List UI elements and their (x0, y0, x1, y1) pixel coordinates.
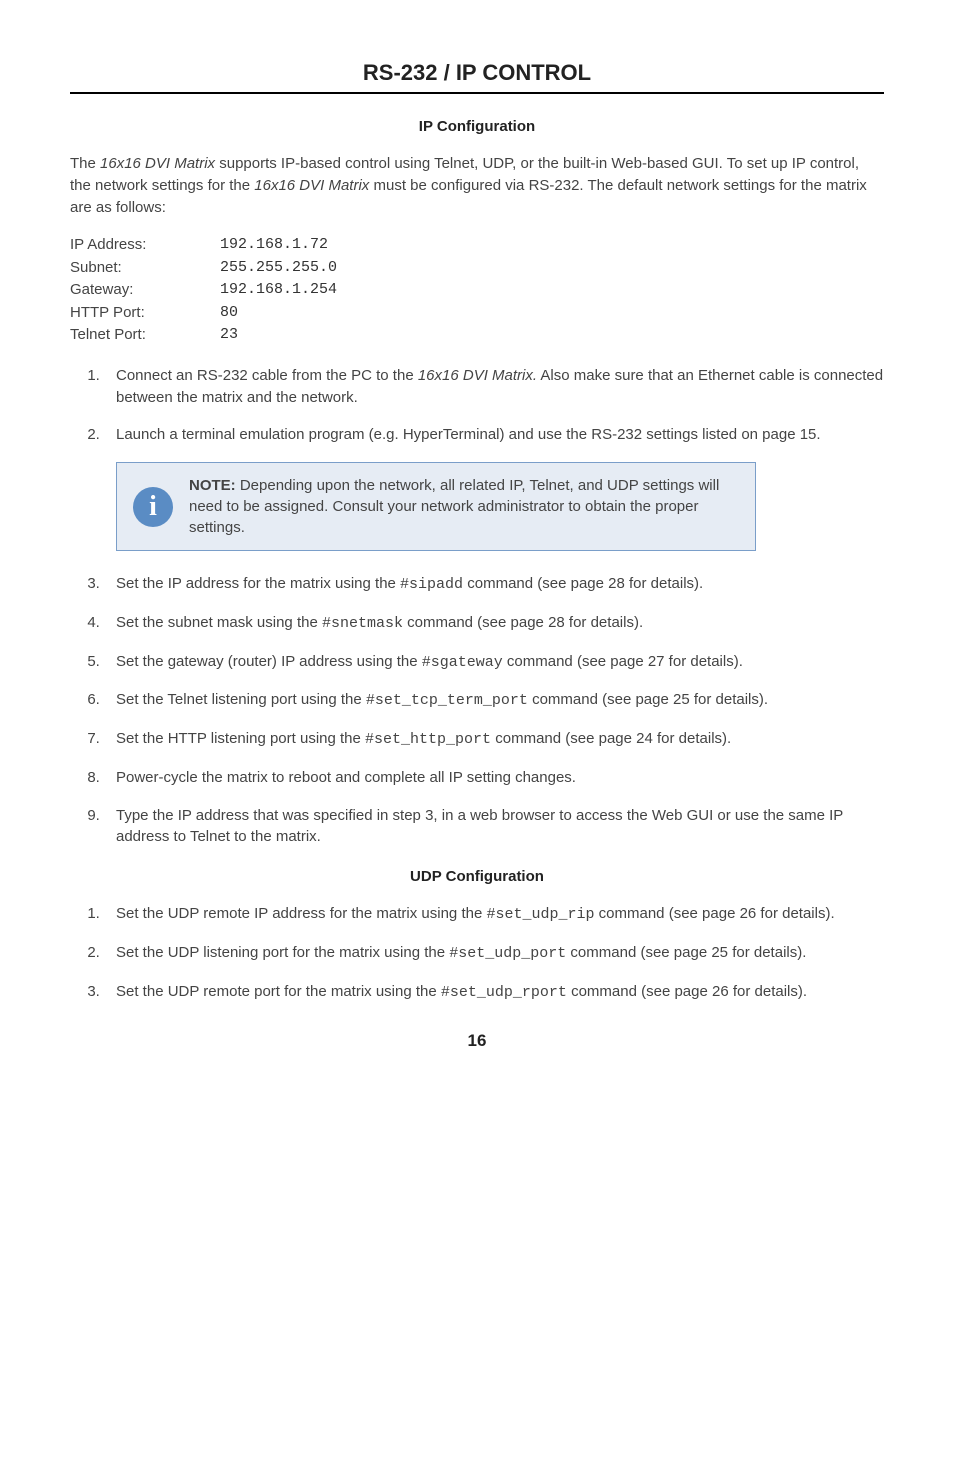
ip-config-intro: The 16x16 DVI Matrix supports IP-based c… (70, 153, 884, 218)
table-row: Subnet: 255.255.255.0 (70, 257, 884, 280)
note-label: NOTE: (189, 477, 236, 494)
list-item: Type the IP address that was specified i… (104, 805, 884, 849)
ip-address-value: 192.168.1.72 (220, 234, 328, 257)
note-text: NOTE: Depending upon the network, all re… (189, 475, 739, 538)
udp3-text-a: Set the UDP remote port for the matrix u… (116, 983, 441, 1000)
step1-product: 16x16 DVI Matrix. (418, 367, 537, 384)
note-box: i NOTE: Depending upon the network, all … (116, 462, 756, 551)
step4-text-a: Set the subnet mask using the (116, 614, 322, 631)
table-row: Gateway: 192.168.1.254 (70, 279, 884, 302)
step4-text-b: command (see page 28 for details). (403, 614, 643, 631)
note-body: Depending upon the network, all related … (189, 477, 719, 536)
step4-cmd: #snetmask (322, 615, 403, 632)
udp2-cmd: #set_udp_port (449, 945, 566, 962)
subnet-value: 255.255.255.0 (220, 257, 337, 280)
list-item: Set the HTTP listening port using the #s… (104, 728, 884, 751)
udp-config-heading: UDP Configuration (70, 868, 884, 885)
list-item: Set the UDP remote port for the matrix u… (104, 981, 884, 1004)
ip-steps-list-2: Set the IP address for the matrix using … (70, 573, 884, 848)
list-item: Set the gateway (router) IP address usin… (104, 651, 884, 674)
intro-product-2: 16x16 DVI Matrix (254, 177, 369, 194)
step7-text-b: command (see page 24 for details). (491, 730, 731, 747)
subnet-label: Subnet: (70, 257, 220, 280)
table-row: Telnet Port: 23 (70, 324, 884, 347)
udp1-text-a: Set the UDP remote IP address for the ma… (116, 905, 486, 922)
step5-text-a: Set the gateway (router) IP address usin… (116, 653, 422, 670)
list-item: Power-cycle the matrix to reboot and com… (104, 767, 884, 789)
udp3-text-b: command (see page 26 for details). (567, 983, 807, 1000)
list-item: Set the subnet mask using the #snetmask … (104, 612, 884, 635)
step5-text-b: command (see page 27 for details). (503, 653, 743, 670)
udp2-text-b: command (see page 25 for details). (566, 944, 806, 961)
step5-cmd: #sgateway (422, 654, 503, 671)
step6-text-a: Set the Telnet listening port using the (116, 691, 366, 708)
step3-text-a: Set the IP address for the matrix using … (116, 575, 400, 592)
step3-text-b: command (see page 28 for details). (463, 575, 703, 592)
gateway-label: Gateway: (70, 279, 220, 302)
list-item: Set the IP address for the matrix using … (104, 573, 884, 596)
intro-product-1: 16x16 DVI Matrix (100, 155, 215, 172)
network-defaults-table: IP Address: 192.168.1.72 Subnet: 255.255… (70, 234, 884, 347)
ip-config-heading: IP Configuration (70, 118, 884, 135)
intro-text-pre: The (70, 155, 100, 172)
page-header-title: RS-232 / IP CONTROL (70, 60, 884, 86)
udp-steps-list: Set the UDP remote IP address for the ma… (70, 903, 884, 1003)
gateway-value: 192.168.1.254 (220, 279, 337, 302)
step3-cmd: #sipadd (400, 576, 463, 593)
list-item: Launch a terminal emulation program (e.g… (104, 424, 884, 446)
list-item: Set the Telnet listening port using the … (104, 689, 884, 712)
step6-text-b: command (see page 25 for details). (528, 691, 768, 708)
list-item: Set the UDP listening port for the matri… (104, 942, 884, 965)
list-item: Set the UDP remote IP address for the ma… (104, 903, 884, 926)
udp1-cmd: #set_udp_rip (486, 906, 594, 923)
table-row: HTTP Port: 80 (70, 302, 884, 325)
step7-cmd: #set_http_port (365, 731, 491, 748)
http-port-label: HTTP Port: (70, 302, 220, 325)
step7-text-a: Set the HTTP listening port using the (116, 730, 365, 747)
ip-address-label: IP Address: (70, 234, 220, 257)
telnet-port-label: Telnet Port: (70, 324, 220, 347)
info-icon: i (133, 487, 173, 527)
page-number: 16 (70, 1031, 884, 1051)
step1-text-a: Connect an RS-232 cable from the PC to t… (116, 367, 418, 384)
http-port-value: 80 (220, 302, 238, 325)
udp2-text-a: Set the UDP listening port for the matri… (116, 944, 449, 961)
header-rule (70, 92, 884, 94)
udp1-text-b: command (see page 26 for details). (595, 905, 835, 922)
telnet-port-value: 23 (220, 324, 238, 347)
ip-steps-list-1: Connect an RS-232 cable from the PC to t… (70, 365, 884, 446)
table-row: IP Address: 192.168.1.72 (70, 234, 884, 257)
step6-cmd: #set_tcp_term_port (366, 692, 528, 709)
list-item: Connect an RS-232 cable from the PC to t… (104, 365, 884, 409)
udp3-cmd: #set_udp_rport (441, 984, 567, 1001)
